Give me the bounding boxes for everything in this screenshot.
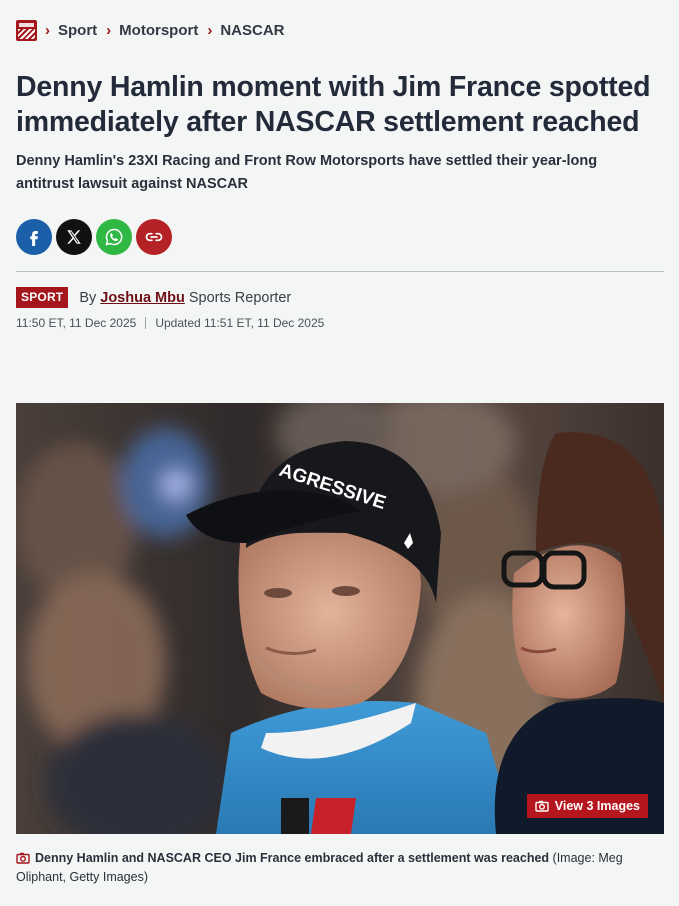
- publish-dates: 11:50 ET, 11 Dec 2025 Updated 11:51 ET, …: [16, 316, 324, 330]
- share-x-button[interactable]: [56, 219, 92, 255]
- breadcrumb: › Sport › Motorsport › NASCAR: [16, 19, 294, 41]
- breadcrumb-motorsport[interactable]: Motorsport: [119, 22, 198, 39]
- facebook-icon: [30, 231, 38, 246]
- whatsapp-icon: [105, 228, 123, 246]
- image-caption: Denny Hamlin and NASCAR CEO Jim France e…: [16, 849, 664, 887]
- date-separator: [145, 317, 147, 329]
- breadcrumb-nascar[interactable]: NASCAR: [220, 22, 284, 39]
- chevron-right-icon: ›: [207, 21, 213, 39]
- section-badge[interactable]: SPORT: [16, 287, 69, 308]
- view-images-button[interactable]: View 3 Images: [526, 794, 648, 818]
- view-images-label: View 3 Images: [554, 799, 640, 813]
- x-icon: [67, 230, 81, 244]
- camera-icon: [16, 852, 30, 864]
- share-whatsapp-button[interactable]: [96, 219, 132, 255]
- link-icon: [145, 232, 163, 242]
- share-bar: [16, 219, 172, 255]
- chevron-right-icon: ›: [45, 21, 50, 39]
- hero-photo: AGRESSIVE: [16, 403, 664, 834]
- article-title: Denny Hamlin moment with Jim France spot…: [16, 71, 651, 138]
- site-logo[interactable]: [16, 19, 37, 41]
- share-facebook-button[interactable]: [16, 219, 52, 255]
- published-time: 11:50 ET, 11 Dec 2025: [16, 316, 137, 330]
- divider: [16, 271, 664, 272]
- chevron-right-icon: ›: [106, 21, 112, 39]
- share-link-button[interactable]: [136, 219, 172, 255]
- by-label: By: [79, 289, 97, 306]
- updated-time: Updated 11:51 ET, 11 Dec 2025: [155, 316, 325, 330]
- article-standfirst: Denny Hamlin's 23XI Racing and Front Row…: [16, 153, 598, 192]
- camera-icon: [535, 800, 549, 812]
- author-role: Sports Reporter: [188, 289, 292, 306]
- caption-text: Denny Hamlin and NASCAR CEO Jim France e…: [35, 851, 550, 865]
- byline: SPORT By Joshua Mbu Sports Reporter: [16, 287, 291, 308]
- hero-image[interactable]: AGRESSIVE View 3 Images: [16, 403, 664, 834]
- author-link[interactable]: Joshua Mbu: [100, 290, 185, 306]
- breadcrumb-sport[interactable]: Sport: [58, 22, 97, 39]
